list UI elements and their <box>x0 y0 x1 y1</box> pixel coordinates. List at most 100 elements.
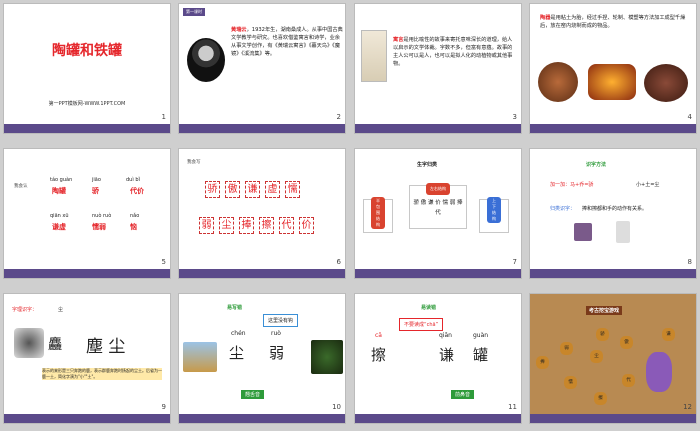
slide-thumbnail-10[interactable]: 易写错 这里没有钩 chén 尘 ruò 弱 翘舌音 10 <box>178 293 346 424</box>
slide-thumbnail-1[interactable]: 陶罐和铁罐 第一PPT模板网-WWW.1PPT.COM 1 <box>3 3 171 134</box>
pottery-definition: 陶器是用粘土为胎，经过手捏、轮制、模塑等方法加工成型千燥后，放在窑内烧制而成的物… <box>540 14 690 30</box>
jar-char[interactable]: 擦 <box>594 392 607 405</box>
char-2: 谦 <box>439 346 455 364</box>
slide-footer-bar <box>4 414 170 423</box>
word-6: 恼 <box>130 223 137 231</box>
section-label: 我会认 <box>14 184 28 189</box>
slide-footer-bar <box>530 414 696 423</box>
hint-bubble: 不要读成“chā” <box>399 318 444 331</box>
slide-footer-bar <box>355 414 521 423</box>
pinyin-2: ruò <box>271 330 281 337</box>
teapot-image <box>644 64 688 102</box>
author-bio-text: ，1932年生，湖南桑成人。从事中国古典文学教学与研究。也喜欢借鉴寓言和诗学，业… <box>231 27 343 57</box>
jar-char[interactable]: 骄 <box>596 328 609 341</box>
writing-char: 价 <box>299 217 314 234</box>
slide-footer-bar <box>4 124 170 133</box>
pinyin-6: nǎo <box>130 213 140 219</box>
writing-char: 捧 <box>239 217 254 234</box>
fable-keyword: 寓言 <box>393 37 404 43</box>
jar-char[interactable]: 捧 <box>536 356 549 369</box>
char-1: 尘 <box>229 344 245 362</box>
jar-char[interactable]: 傲 <box>620 336 633 349</box>
pottery-image <box>538 62 578 102</box>
slide-number: 12 <box>683 403 692 411</box>
writing-char: 傲 <box>225 181 240 198</box>
section-label: 我会写 <box>187 160 201 165</box>
slide-footer-bar <box>179 269 345 278</box>
slide-thumbnail-9[interactable]: 字理识字： 尘 麤 塵 尘 表示的来形是三只奔跑的鹿，表示群鹿奔跑时扬起的尘土。… <box>3 293 171 424</box>
char-evolution: 塵 尘 <box>86 337 126 357</box>
pinyin-2: jiāo <box>92 177 101 183</box>
cleaning-image <box>616 221 630 243</box>
writing-char: 懦 <box>285 181 300 198</box>
slide-title: 易读错 <box>421 305 437 311</box>
slide-number: 1 <box>161 113 166 121</box>
slide-number: 11 <box>508 403 517 411</box>
writing-char: 弱 <box>199 217 214 234</box>
writing-char: 擦 <box>259 217 274 234</box>
slide-number: 6 <box>336 258 341 266</box>
kiln-image <box>588 64 636 100</box>
slide-number: 5 <box>161 258 166 266</box>
char-2: 弱 <box>269 344 285 362</box>
category-header: 半包围结构 <box>371 197 385 229</box>
pinyin-3: duì bǐ <box>126 177 140 183</box>
slide-thumbnail-2[interactable]: 第一课时 黄瑞云，1932年生，湖南桑成人。从事中国古典文学教学与研究。也喜欢借… <box>178 3 346 134</box>
fable-definition-text: 是用比喻性的故事来寄托意味深长的道理，给人以启示的文学体裁。字数不多，但富有意蕴… <box>393 37 513 67</box>
category-card: 上下结构尘 <box>479 197 509 233</box>
grapes-image <box>574 223 592 241</box>
slide-thumbnail-4[interactable]: 陶器是用粘土为胎，经过手捏、轮制、模塑等方法加工成型千燥后，放在窑内烧制而成的物… <box>529 3 697 134</box>
jar-char[interactable]: 弱 <box>560 342 573 355</box>
jar-char[interactable]: 尘 <box>590 350 603 363</box>
slide-thumbnail-5[interactable]: 我会认 táo guàn 陶罐 jiāo 骄 duì bǐ 代价 qiān xū… <box>3 148 171 279</box>
pottery-definition-text: 是用粘土为胎，经过手捏、轮制、模塑等方法加工成型千燥后，放在窑内烧制而成的物品。 <box>540 15 686 29</box>
category-chars: 骄 傲 谦 价 懦 弱 捧 代 <box>413 200 463 216</box>
category-card: 左右结构骄 傲 谦 价 懦 弱 捧 代 <box>409 183 467 229</box>
method-line-3: 捧和擦都和手的动作有关系。 <box>582 206 648 212</box>
game-banner: 考古挖宝游戏 <box>586 306 623 315</box>
note-badge: 前鼻音 <box>451 390 475 399</box>
jar-char[interactable]: 懦 <box>564 376 577 389</box>
slide-number: 10 <box>332 403 341 411</box>
book-cover-image <box>361 30 387 82</box>
ancient-glyph-image <box>14 328 44 358</box>
pinyin-5: nuò ruò <box>92 213 112 219</box>
author-bio: 黄瑞云，1932年生，湖南桑成人。从事中国古典文学教学与研究。也喜欢借鉴寓言和诗… <box>231 26 343 58</box>
jar-char[interactable]: 代 <box>622 374 635 387</box>
char-3: 罐 <box>473 346 489 364</box>
slide-title: 识字方法 <box>586 162 607 168</box>
note-badge: 翘舌音 <box>241 390 265 399</box>
etymology-label: 字理识字： <box>12 307 38 313</box>
author-name: 黄瑞云 <box>231 27 247 33</box>
jar-char[interactable]: 谦 <box>662 328 675 341</box>
method-line-3-label: 归类识字： <box>550 206 576 212</box>
slide-thumbnail-7[interactable]: 生字归类 半包围结构虚 左右结构骄 傲 谦 价 懦 弱 捧 代 上下结构尘 7 <box>354 148 522 279</box>
word-1: 陶罐 <box>52 187 66 195</box>
method-line-1: 加一加：马+乔=骄 <box>550 182 594 188</box>
writing-char: 虚 <box>265 181 280 198</box>
pinyin-1: chén <box>231 330 246 337</box>
hint-bubble: 这里没有钩 <box>263 314 299 327</box>
slide-footer-bar <box>355 269 521 278</box>
slide-thumbnail-6[interactable]: 我会写 骄 傲 谦 虚 懦 弱 尘 捧 擦 代 价 6 <box>178 148 346 279</box>
dust-road-image <box>183 342 217 372</box>
word-3: 代价 <box>130 187 144 195</box>
pinyin-3: guàn <box>473 332 489 339</box>
slide-thumbnail-11[interactable]: 易读错 不要读成“chā” cā 擦 qiān 谦 guàn 罐 前鼻音 11 <box>354 293 522 424</box>
traditional-char: 麤 <box>48 337 62 353</box>
slide-number: 8 <box>687 258 692 266</box>
slide-number: 3 <box>512 113 517 121</box>
slide-number: 7 <box>512 258 517 266</box>
slide-thumbnail-3[interactable]: 寓言是用比喻性的故事来寄托意味深长的道理，给人以启示的文学体裁。字数不多，但富有… <box>354 3 522 134</box>
pinyin-4: qiān xū <box>50 213 69 219</box>
cartoon-character-image <box>646 352 672 392</box>
etymology-focus-char: 尘 <box>58 307 64 313</box>
slide-thumbnail-12[interactable]: 考古挖宝游戏 骄 傲 尘 代 价 弱 捧 擦 懦 谦 12 <box>529 293 697 424</box>
slide-thumbnail-8[interactable]: 识字方法 加一加：马+乔=骄 小+土=尘 归类识字： 捧和擦都和手的动作有关系。… <box>529 148 697 279</box>
method-line-2: 小+土=尘 <box>636 182 660 188</box>
writing-char: 尘 <box>219 217 234 234</box>
slide-number: 9 <box>161 403 166 411</box>
fable-definition: 寓言是用比喻性的故事来寄托意味深长的道理，给人以启示的文学体裁。字数不多，但富有… <box>393 36 517 68</box>
lesson-tag: 第一课时 <box>183 8 205 16</box>
writing-char: 骄 <box>205 181 220 198</box>
